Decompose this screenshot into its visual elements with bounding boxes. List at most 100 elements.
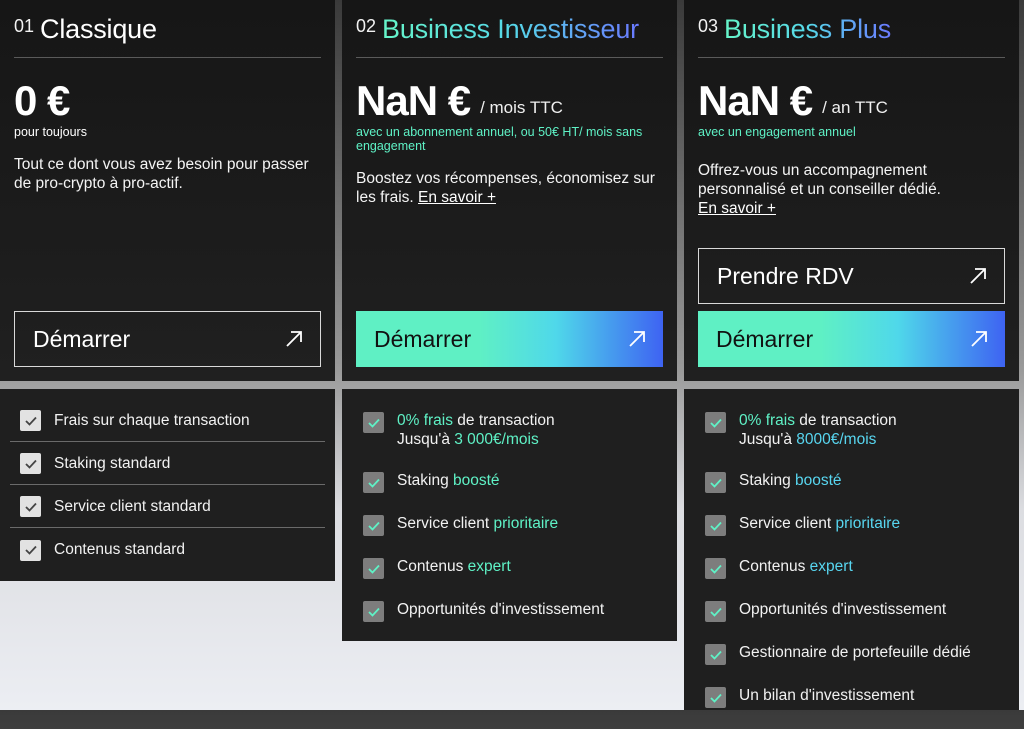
- book-appointment-button[interactable]: Prendre RDV: [698, 248, 1005, 304]
- feature-item: Staking standard: [10, 442, 325, 485]
- feature-text: Contenus standard: [54, 541, 185, 558]
- plan-description-text: Offrez-vous un accompagnement personnali…: [698, 162, 941, 198]
- plan-price: NaN €: [698, 77, 813, 124]
- feature-item: Service client prioritaire: [363, 514, 657, 557]
- checkbox-check-icon: [363, 472, 384, 493]
- checkbox-check-icon: [705, 412, 726, 433]
- plan-features: 0% frais de transaction Jusqu'à 8000€/mo…: [684, 389, 1019, 710]
- feature-text-pre: Contenus: [397, 558, 468, 575]
- checkbox-check-icon: [705, 601, 726, 622]
- feature-text: Gestionnaire de portefeuille dédié: [739, 644, 971, 661]
- feature-text: Opportunités d'investissement: [397, 601, 605, 618]
- price-row: 0 €: [14, 80, 321, 122]
- plan-card: 01 Classique 0 € pour toujours Tout ce d…: [0, 0, 335, 381]
- feature-text: 0% frais de transaction Jusqu'à 3 000€/m…: [397, 411, 555, 449]
- feature-item: 0% frais de transaction Jusqu'à 3 000€/m…: [363, 411, 657, 471]
- plan-title-row: 01 Classique: [14, 0, 321, 58]
- plan-description: Tout ce dont vous avez besoin pour passe…: [14, 155, 321, 193]
- checkbox-check-icon: [20, 453, 41, 474]
- checkbox-check-icon: [705, 687, 726, 708]
- feature-highlight: boosté: [453, 472, 500, 489]
- feature-text: Staking boosté: [397, 471, 500, 490]
- plan-title-row: 03 Business Plus: [698, 0, 1005, 58]
- feature-text-pre: Service client: [739, 515, 836, 532]
- plan-title-row: 02 Business Investisseur: [356, 0, 663, 58]
- plan-features: 0% frais de transaction Jusqu'à 3 000€/m…: [342, 389, 677, 641]
- feature-text-post: de transaction: [795, 412, 897, 429]
- arrow-up-right-icon: [970, 268, 986, 284]
- start-button-label: Démarrer: [374, 325, 472, 352]
- feature-text-pre: Contenus: [739, 558, 810, 575]
- feature-text: Service client standard: [54, 497, 211, 515]
- plan-number: 03: [698, 16, 719, 36]
- arrow-up-right-icon: [629, 331, 645, 347]
- feature-item: Un bilan d'investissement: [705, 686, 999, 729]
- start-button[interactable]: Démarrer: [356, 311, 663, 367]
- feature-highlight: 0% frais: [739, 412, 795, 429]
- plan-number: 01: [14, 16, 35, 36]
- feature-item: Frais sur chaque transaction: [10, 399, 325, 442]
- start-button[interactable]: Démarrer: [14, 311, 321, 367]
- arrow-up-right-icon: [971, 331, 987, 347]
- plan-features: Frais sur chaque transaction Staking sta…: [0, 389, 335, 581]
- plan-card: 02 Business Investisseur NaN € / mois TT…: [342, 0, 677, 381]
- plan-period: / an TTC: [822, 98, 888, 117]
- feature-highlight: expert: [809, 558, 853, 575]
- learn-more-link[interactable]: En savoir +: [418, 189, 496, 206]
- plan-period: / mois TTC: [480, 98, 563, 117]
- plan-price: NaN €: [356, 77, 471, 124]
- plan-number: 02: [356, 16, 377, 36]
- plan-description: Boostez vos récompenses, économisez sur …: [356, 169, 663, 207]
- feature-text: Service client prioritaire: [397, 514, 558, 533]
- checkbox-check-icon: [20, 496, 41, 517]
- checkbox-check-icon: [705, 558, 726, 579]
- feature-item: Service client prioritaire: [705, 514, 999, 557]
- plan-description: Offrez-vous un accompagnement personnali…: [698, 161, 978, 218]
- start-button[interactable]: Démarrer: [698, 311, 1005, 367]
- start-button-label: Démarrer: [716, 325, 814, 352]
- plan-subnote: avec un engagement annuel: [698, 125, 856, 139]
- feature-text: Service client prioritaire: [739, 514, 900, 533]
- feature-item: Opportunités d'investissement: [363, 600, 657, 643]
- feature-item: 0% frais de transaction Jusqu'à 8000€/mo…: [705, 411, 999, 471]
- feature-item: Opportunités d'investissement: [705, 600, 999, 643]
- checkbox-check-icon: [20, 539, 41, 561]
- checkbox-check-icon: [705, 472, 726, 493]
- plan-subnote: avec un abonnement annuel, ou 50€ HT/ mo…: [356, 125, 643, 153]
- feature-text: Un bilan d'investissement: [739, 687, 915, 704]
- feature-text-pre: Staking: [397, 472, 454, 489]
- feature-line2: Jusqu'à: [739, 431, 797, 448]
- plan-subnote: pour toujours: [14, 125, 87, 139]
- feature-text: Opportunités d'investissement: [739, 601, 947, 618]
- feature-highlight: boosté: [795, 472, 842, 489]
- checkbox-check-icon: [705, 515, 726, 536]
- feature-item: Service client standard: [10, 485, 325, 528]
- feature-highlight: prioritaire: [835, 515, 901, 532]
- plan-name: Classique: [40, 14, 157, 44]
- feature-line2-highlight: 3 000€/mois: [454, 431, 539, 448]
- checkbox-check-icon: [20, 410, 41, 431]
- feature-text: Staking standard: [54, 454, 171, 472]
- feature-item: Staking boosté: [705, 471, 999, 514]
- checkbox-check-icon: [363, 558, 384, 579]
- plan-card: 03 Business Plus NaN € / an TTC avec un …: [684, 0, 1019, 381]
- feature-text: Contenus expert: [397, 557, 511, 576]
- plan-price: 0 €: [14, 77, 70, 124]
- price-row: NaN € / mois TTC: [356, 80, 663, 122]
- feature-text: 0% frais de transaction Jusqu'à 8000€/mo…: [739, 411, 897, 449]
- plan-description-text: Tout ce dont vous avez besoin pour passe…: [14, 156, 309, 192]
- feature-highlight: expert: [467, 558, 511, 575]
- checkbox-check-icon: [363, 601, 384, 622]
- feature-line2-highlight: 8000€/mois: [796, 431, 877, 448]
- feature-line2: Jusqu'à: [397, 431, 455, 448]
- feature-text-pre: Service client: [397, 515, 494, 532]
- feature-item: Staking boosté: [363, 471, 657, 514]
- start-button-label: Démarrer: [33, 325, 131, 352]
- feature-text: Frais sur chaque transaction: [54, 411, 250, 429]
- feature-item: Contenus expert: [363, 557, 657, 600]
- price-row: NaN € / an TTC: [698, 80, 1005, 122]
- feature-highlight: prioritaire: [493, 515, 559, 532]
- plan-name: Business Plus: [724, 14, 892, 44]
- checkbox-check-icon: [363, 412, 384, 433]
- learn-more-link[interactable]: En savoir +: [698, 200, 776, 217]
